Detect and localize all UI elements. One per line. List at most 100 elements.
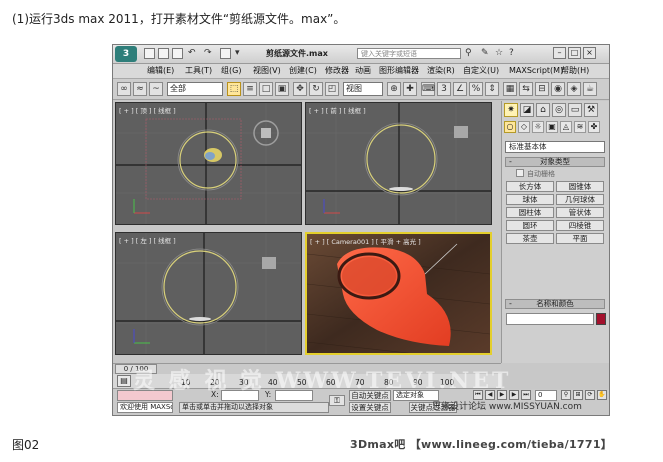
- menu-views[interactable]: 视图(V): [253, 65, 281, 77]
- viewport-top-scene: [116, 103, 301, 224]
- lights-icon[interactable]: ☼: [532, 121, 544, 133]
- box-button[interactable]: 长方体: [506, 181, 554, 192]
- teapot-button[interactable]: 茶壶: [506, 233, 554, 244]
- keyboard-shortcut-icon[interactable]: ⌨: [421, 82, 435, 96]
- align-icon[interactable]: ⊟: [535, 82, 549, 96]
- torus-button[interactable]: 圆环: [506, 220, 554, 231]
- menu-group[interactable]: 组(G): [221, 65, 241, 77]
- hold-icon[interactable]: [220, 48, 231, 59]
- viewport-left-label[interactable]: [ + ] [ 左 ] [ 线框 ]: [119, 235, 176, 245]
- save-file-icon[interactable]: [172, 48, 183, 59]
- viewport-left[interactable]: [ + ] [ 左 ] [ 线框 ]: [115, 232, 302, 355]
- systems-icon[interactable]: ✤: [588, 121, 600, 133]
- render-setup-icon[interactable]: ◈: [567, 82, 581, 96]
- helpers-icon[interactable]: ◬: [560, 121, 572, 133]
- cameras-icon[interactable]: ▣: [546, 121, 558, 133]
- snap-toggle-icon[interactable]: 3: [437, 82, 451, 96]
- mirror-icon[interactable]: ⇆: [519, 82, 533, 96]
- pyramid-button[interactable]: 四棱锥: [556, 220, 604, 231]
- viewport-front[interactable]: [ + ] [ 前 ] [ 线框 ]: [305, 102, 492, 225]
- pivot-center-icon[interactable]: ⊕: [387, 82, 401, 96]
- select-object-icon[interactable]: ⬚: [227, 82, 241, 96]
- render-icon[interactable]: ☕: [583, 82, 597, 96]
- menu-maxscript[interactable]: MAXScript(M): [509, 65, 563, 77]
- object-color-swatch[interactable]: [596, 313, 606, 325]
- angle-snap-icon[interactable]: ∠: [453, 82, 467, 96]
- menu-rendering[interactable]: 渲染(R): [427, 65, 455, 77]
- motion-tab-icon[interactable]: ◎: [552, 103, 566, 117]
- key-icon[interactable]: ⚿: [329, 395, 345, 406]
- bind-space-warp-icon[interactable]: ~: [149, 82, 163, 96]
- viewport-front-scene: [306, 103, 491, 224]
- close-button[interactable]: ×: [583, 47, 596, 59]
- rect-selection-icon[interactable]: □: [259, 82, 273, 96]
- menu-edit[interactable]: 编辑(E): [147, 65, 174, 77]
- open-file-icon[interactable]: [158, 48, 169, 59]
- tube-button[interactable]: 管状体: [556, 207, 604, 218]
- move-icon[interactable]: ✥: [293, 82, 307, 96]
- minimize-button[interactable]: –: [553, 47, 566, 59]
- cone-button[interactable]: 圆锥体: [556, 181, 604, 192]
- set-key-button[interactable]: 设置关键点: [349, 402, 391, 413]
- name-color-rollout[interactable]: - 名称和颜色: [505, 299, 605, 309]
- create-tab-icon[interactable]: ✷: [504, 103, 518, 117]
- menu-animation[interactable]: 动画: [355, 65, 371, 77]
- material-editor-icon[interactable]: ◉: [551, 82, 565, 96]
- viewport-camera[interactable]: [ + ] [ Camera001 ] [ 平滑 + 高光 ]: [305, 232, 492, 355]
- hierarchy-tab-icon[interactable]: ⌂: [536, 103, 550, 117]
- new-file-icon[interactable]: [144, 48, 155, 59]
- object-category-select[interactable]: 标准基本体: [505, 141, 605, 153]
- help-icon[interactable]: ?: [509, 48, 514, 59]
- modify-tab-icon[interactable]: ◪: [520, 103, 534, 117]
- space-warps-icon[interactable]: ≋: [574, 121, 586, 133]
- qat-dropdown-icon[interactable]: ▾: [235, 48, 240, 59]
- menu-tools[interactable]: 工具(T): [185, 65, 212, 77]
- search-input[interactable]: 键入关键字或短语: [357, 48, 461, 59]
- viewport-camera-label[interactable]: [ + ] [ Camera001 ] [ 平滑 + 高光 ]: [310, 236, 421, 246]
- menu-graph-editors[interactable]: 图形编辑器: [379, 65, 419, 77]
- reference-coord-select[interactable]: 视图: [343, 82, 383, 96]
- welcome-text[interactable]: 欢迎使用 MAXSc: [117, 402, 173, 413]
- viewport-top[interactable]: [ + ] [ 顶 ] [ 线框 ]: [115, 102, 302, 225]
- binoculars-icon[interactable]: ⚲: [465, 48, 472, 59]
- selection-filter-select[interactable]: 全部: [167, 82, 223, 96]
- rotate-icon[interactable]: ↻: [309, 82, 323, 96]
- cylinder-button[interactable]: 圆柱体: [506, 207, 554, 218]
- display-tab-icon[interactable]: ▭: [568, 103, 582, 117]
- geosphere-button[interactable]: 几何球体: [556, 194, 604, 205]
- select-by-name-icon[interactable]: ≡: [243, 82, 257, 96]
- viewport-front-label[interactable]: [ + ] [ 前 ] [ 线框 ]: [309, 105, 366, 115]
- pan-icon[interactable]: ✋: [597, 390, 607, 400]
- window-crossing-icon[interactable]: ▣: [275, 82, 289, 96]
- app-window: 3 ↶ ↷ ▾ 剪纸源文件.max 键入关键字或短语 ⚲ ✎ ☆ ? – □ ×…: [112, 44, 610, 416]
- curve-editor-icon[interactable]: ▤: [117, 375, 131, 387]
- link-icon[interactable]: ∞: [117, 82, 131, 96]
- subscription-icon[interactable]: ✎: [481, 48, 489, 59]
- shapes-icon[interactable]: ◇: [518, 121, 530, 133]
- select-manipulate-icon[interactable]: ✚: [403, 82, 417, 96]
- geometry-icon[interactable]: ○: [504, 121, 516, 133]
- main-toolbar: ∞ ≈ ~ 全部 ⬚ ≡ □ ▣ ✥ ↻ ◰ 视图 ⊕ ✚ ⌨ 3 ∠ % ⇕ …: [113, 79, 609, 100]
- communication-icon[interactable]: ☆: [495, 48, 503, 59]
- object-name-input[interactable]: [506, 313, 594, 325]
- menu-customize[interactable]: 自定义(U): [463, 65, 499, 77]
- menu-create[interactable]: 创建(C): [289, 65, 317, 77]
- app-logo-button[interactable]: 3: [115, 46, 137, 62]
- utilities-tab-icon[interactable]: ⚒: [584, 103, 598, 117]
- sphere-button[interactable]: 球体: [506, 194, 554, 205]
- object-type-rollout[interactable]: - 对象类型: [505, 157, 605, 167]
- viewport-top-label[interactable]: [ + ] [ 顶 ] [ 线框 ]: [119, 105, 176, 115]
- menu-help[interactable]: 帮助(H): [561, 65, 589, 77]
- maximize-button[interactable]: □: [568, 47, 581, 59]
- spinner-snap-icon[interactable]: ⇕: [485, 82, 499, 96]
- plane-button[interactable]: 平面: [556, 233, 604, 244]
- percent-snap-icon[interactable]: %: [469, 82, 483, 96]
- scale-icon[interactable]: ◰: [325, 82, 339, 96]
- orbit-icon[interactable]: ⟳: [585, 390, 595, 400]
- undo-icon[interactable]: ↶: [188, 48, 196, 59]
- menu-modifiers[interactable]: 修改器: [325, 65, 349, 77]
- unlink-icon[interactable]: ≈: [133, 82, 147, 96]
- named-selection-icon[interactable]: ▦: [503, 82, 517, 96]
- redo-icon[interactable]: ↷: [204, 48, 212, 59]
- autogrid-checkbox[interactable]: 自动栅格: [516, 169, 555, 179]
